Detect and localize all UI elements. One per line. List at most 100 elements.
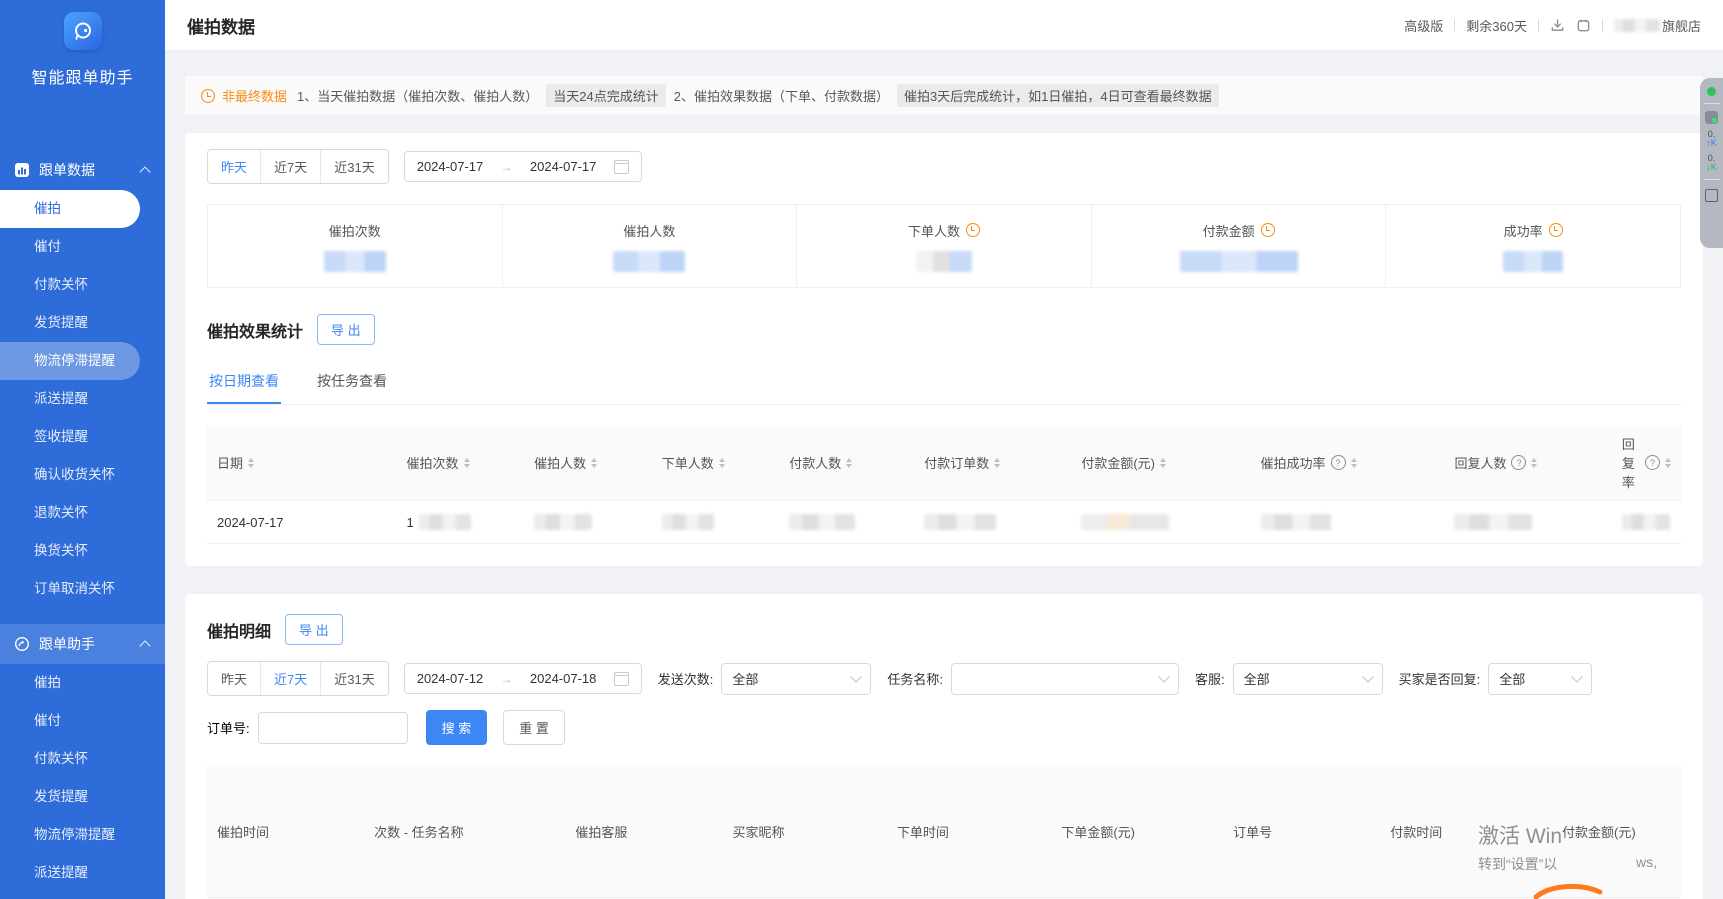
range-31days-button[interactable]: 近31天: [321, 662, 387, 695]
assistant-icon: [14, 636, 30, 652]
sidebar-item-assistant-cuipai[interactable]: 催拍: [0, 664, 140, 702]
help-icon[interactable]: [1511, 455, 1526, 470]
task-name-label: 任务名称:: [887, 669, 943, 688]
sidebar-item-cuifu[interactable]: 催付: [0, 228, 140, 266]
date-end: 2024-07-18: [530, 671, 597, 686]
home-icon[interactable]: [1705, 189, 1718, 202]
agent-select[interactable]: 全部: [1233, 663, 1383, 695]
column-label: 回复率: [1622, 434, 1640, 491]
range-yesterday-button[interactable]: 昨天: [208, 150, 261, 183]
column-label: 下单金额(元): [1061, 822, 1135, 841]
effect-table: 日期 催拍次数 催拍人数 下单人数 付款人数 付款订单数 付款金额(元) 催拍成…: [207, 425, 1681, 544]
redacted-store-name: [1614, 19, 1660, 32]
range-7days-button[interactable]: 近7天: [261, 662, 321, 695]
column-label: 付款订单数: [924, 453, 989, 472]
sidebar-section-assistant[interactable]: 跟单助手: [0, 624, 165, 664]
column-label: 回复人数: [1454, 453, 1506, 472]
column-label: 下单时间: [897, 822, 949, 841]
range-yesterday-button[interactable]: 昨天: [208, 662, 261, 695]
range-31days-button[interactable]: 近31天: [321, 150, 387, 183]
security-icon[interactable]: [1705, 111, 1718, 124]
row-date: 2024-07-17: [217, 515, 284, 530]
days-remaining: 剩余360天: [1466, 16, 1527, 35]
select-value: 全部: [732, 669, 758, 688]
sort-icon[interactable]: [464, 458, 470, 468]
divider: [1602, 19, 1603, 32]
effect-export-button[interactable]: 导 出: [317, 314, 375, 345]
overview-range-row: 昨天 近7天 近31天 2024-07-17 2024-07-17: [207, 149, 1681, 184]
stats-box: 催拍次数 催拍人数 下单人数 付款金额: [207, 204, 1681, 288]
sort-icon[interactable]: [248, 458, 254, 468]
sidebar-menu: 跟单数据 催拍 催付 付款关怀 发货提醒 物流停滞提醒 派送提醒 签收提醒 确认…: [0, 150, 165, 892]
sidebar-section-label: 跟单数据: [39, 160, 95, 180]
sidebar-item-assistant-ship-reminder[interactable]: 发货提醒: [0, 778, 140, 816]
detail-section-header: 催拍明细 导 出: [207, 614, 1681, 645]
stat-label: 下单人数: [908, 221, 960, 240]
task-name-select[interactable]: [951, 663, 1179, 695]
sort-icon[interactable]: [846, 458, 852, 468]
download-icon[interactable]: [1550, 18, 1565, 33]
reset-button[interactable]: 重 置: [503, 710, 565, 745]
order-number-input[interactable]: [258, 712, 408, 744]
sidebar-item-payment-care[interactable]: 付款关怀: [0, 266, 140, 304]
overview-quick-ranges: 昨天 近7天 近31天: [207, 149, 389, 184]
redacted-value: [419, 514, 471, 530]
sidebar-item-assistant-payment-care[interactable]: 付款关怀: [0, 740, 140, 778]
main-area: 催拍数据 高级版 剩余360天: [165, 0, 1723, 899]
sidebar-item-cancel-care[interactable]: 订单取消关怀: [0, 570, 140, 608]
store-name[interactable]: 旗舰店: [1614, 16, 1701, 35]
sidebar-section-data[interactable]: 跟单数据: [0, 150, 165, 190]
sort-icon[interactable]: [994, 458, 1000, 468]
chevron-up-icon[interactable]: [139, 166, 150, 177]
sidebar-item-assistant-delivery-reminder[interactable]: 派送提醒: [0, 854, 140, 892]
sort-icon[interactable]: [1665, 458, 1671, 468]
column-label: 付款时间: [1390, 822, 1442, 841]
windows-activation-watermark-line2: 转到“设置”以: [1478, 854, 1557, 874]
sidebar-item-confirm-receipt[interactable]: 确认收货关怀: [0, 456, 140, 494]
stat-label: 成功率: [1504, 221, 1543, 240]
sidebar-item-assistant-logistics-stall[interactable]: 物流停滞提醒: [0, 816, 140, 854]
chevron-up-icon[interactable]: [139, 640, 150, 651]
order-search-row: 订单号: 搜 索 重 置: [207, 710, 1681, 745]
stat-label: 催拍人数: [623, 221, 675, 240]
sort-icon[interactable]: [1160, 458, 1166, 468]
topbar: 催拍数据 高级版 剩余360天: [165, 0, 1723, 50]
upload-arrow-icon: [1706, 139, 1717, 148]
tab-by-date[interactable]: 按日期查看: [207, 361, 281, 404]
sort-icon[interactable]: [591, 458, 597, 468]
floating-system-widget[interactable]: 0. 0.: [1700, 78, 1723, 248]
column-label: 催拍次数: [407, 453, 459, 472]
range-7days-button[interactable]: 近7天: [261, 150, 321, 183]
search-button[interactable]: 搜 索: [426, 710, 488, 745]
sidebar-item-ship-reminder[interactable]: 发货提醒: [0, 304, 140, 342]
tab-by-task[interactable]: 按任务查看: [315, 361, 389, 404]
divider: [1538, 19, 1539, 32]
help-icon[interactable]: [1645, 455, 1660, 470]
calendar-icon[interactable]: [1576, 18, 1591, 33]
buyer-reply-select[interactable]: 全部: [1488, 663, 1592, 695]
pending-clock-icon: [966, 223, 980, 237]
sidebar-section-gap: [0, 608, 165, 624]
sidebar-item-assistant-cuifu[interactable]: 催付: [0, 702, 140, 740]
sidebar-item-logistics-stall[interactable]: 物流停滞提醒: [0, 342, 140, 380]
divider: [1704, 179, 1720, 180]
sidebar-item-refund-care[interactable]: 退款关怀: [0, 494, 140, 532]
overview-date-range-picker[interactable]: 2024-07-17 2024-07-17: [404, 151, 642, 182]
detail-section-title: 催拍明细: [207, 618, 271, 642]
sort-icon[interactable]: [1531, 458, 1537, 468]
app-logo-icon: [64, 12, 102, 50]
detail-date-range-picker[interactable]: 2024-07-12 2024-07-18: [404, 663, 642, 694]
sidebar-item-delivery-reminder[interactable]: 派送提醒: [0, 380, 140, 418]
send-count-select[interactable]: 全部: [721, 663, 871, 695]
detail-export-button[interactable]: 导 出: [285, 614, 343, 645]
column-label: 催拍成功率: [1261, 453, 1326, 472]
sidebar-item-cuipai[interactable]: 催拍: [0, 190, 140, 228]
notice-badge: 非最终数据: [222, 86, 287, 105]
stat-pay-amount: 付款金额: [1092, 205, 1387, 287]
help-icon[interactable]: [1331, 455, 1346, 470]
column-label: 催拍人数: [534, 453, 586, 472]
sort-icon[interactable]: [1351, 458, 1357, 468]
sidebar-item-sign-reminder[interactable]: 签收提醒: [0, 418, 140, 456]
sort-icon[interactable]: [719, 458, 725, 468]
sidebar-item-exchange-care[interactable]: 换货关怀: [0, 532, 140, 570]
